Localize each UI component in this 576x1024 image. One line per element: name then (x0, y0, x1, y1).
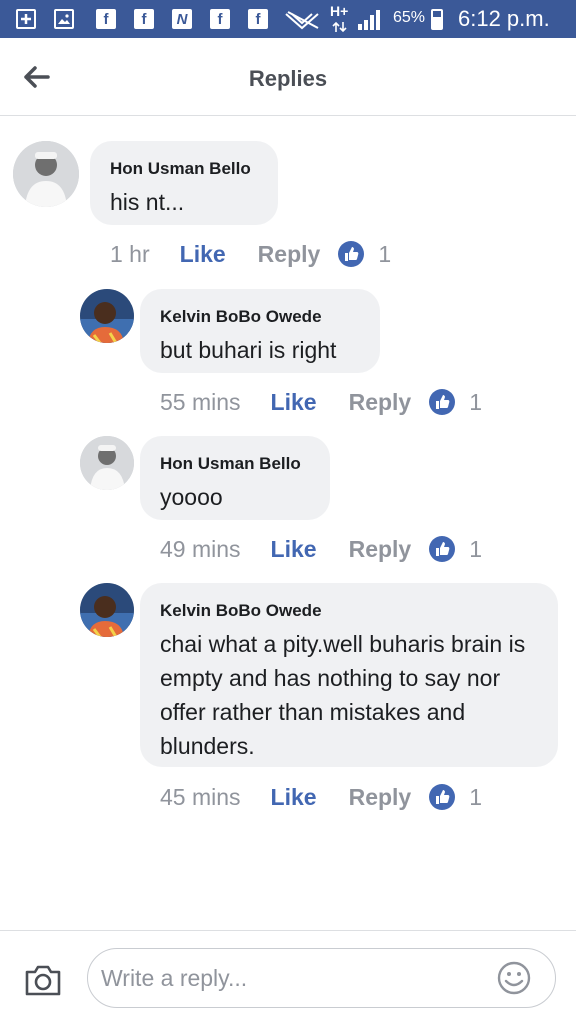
comment-text: yoooo (160, 484, 223, 510)
header: Replies (0, 38, 576, 116)
comment-author[interactable]: Kelvin BoBo Owede (160, 307, 360, 327)
reaction-count[interactable]: 1 (469, 784, 482, 811)
gallery-notification-icon (54, 9, 74, 29)
reply-input[interactable]: Write a reply... (87, 948, 556, 1008)
avatar[interactable] (13, 141, 79, 207)
comment-actions: 1 hr Like Reply 1 (110, 237, 391, 271)
reaction-count[interactable]: 1 (378, 241, 391, 268)
avatar[interactable] (80, 289, 134, 343)
comment-actions: 49 mins Like Reply 1 (160, 532, 482, 566)
comment-text: his nt... (110, 189, 185, 215)
signal-icon (358, 10, 380, 30)
battery-icon (431, 9, 443, 30)
reaction-count[interactable]: 1 (469, 536, 482, 563)
data-arrows-icon (332, 21, 347, 33)
reply-button[interactable]: Reply (349, 784, 412, 811)
reply-button[interactable]: Reply (349, 389, 412, 416)
page-title: Replies (248, 66, 328, 91)
facebook-notification-icon: f (210, 9, 230, 29)
comment-bubble: Kelvin BoBo Owede chai what a pity.well … (140, 583, 558, 767)
comment-time[interactable]: 49 mins (160, 536, 241, 563)
status-bar: f f N f f H+ 65% 6:12 p.m. (0, 0, 576, 38)
comment-time[interactable]: 1 hr (110, 241, 150, 268)
news-notification-icon: N (172, 9, 192, 29)
like-button[interactable]: Like (180, 241, 226, 268)
clock: 6:12 p.m. (458, 6, 550, 31)
camera-button[interactable] (24, 963, 62, 997)
thumbs-up-icon[interactable] (429, 784, 456, 810)
comment-bubble: Kelvin BoBo Owede but buhari is right (140, 289, 380, 373)
like-button[interactable]: Like (271, 536, 317, 563)
facebook-notification-icon: f (134, 9, 154, 29)
comment-author[interactable]: Hon Usman Bello (160, 454, 310, 474)
comment-actions: 55 mins Like Reply 1 (160, 385, 482, 419)
reply-button[interactable]: Reply (258, 241, 321, 268)
comment-time[interactable]: 55 mins (160, 389, 241, 416)
reply-composer: Write a reply... (0, 930, 576, 1024)
thumbs-up-icon[interactable] (338, 241, 365, 267)
facebook-notification-icon: f (96, 9, 116, 29)
comment-actions: 45 mins Like Reply 1 (160, 780, 482, 814)
avatar[interactable] (80, 436, 134, 490)
thumbs-up-icon[interactable] (429, 536, 456, 562)
comment-text: chai what a pity.well buharis brain is e… (160, 631, 526, 759)
battery-percent: 65% (393, 9, 426, 26)
comment-bubble: Hon Usman Bello yoooo (140, 436, 330, 520)
smiley-icon (497, 961, 531, 995)
comment-author[interactable]: Hon Usman Bello (110, 159, 258, 179)
comment-time[interactable]: 45 mins (160, 784, 241, 811)
network-type: H+ (330, 3, 349, 19)
reply-placeholder: Write a reply... (101, 965, 248, 991)
like-button[interactable]: Like (271, 389, 317, 416)
camera-icon (25, 965, 61, 996)
comment-author[interactable]: Kelvin BoBo Owede (160, 601, 538, 621)
wifi-off-icon (285, 11, 319, 30)
comment-text: but buhari is right (160, 337, 337, 363)
reaction-count[interactable]: 1 (469, 389, 482, 416)
like-button[interactable]: Like (271, 784, 317, 811)
emoji-button[interactable] (497, 961, 531, 995)
avatar[interactable] (80, 583, 134, 637)
facebook-notification-icon: f (248, 9, 268, 29)
plus-notification-icon (16, 9, 36, 29)
reply-button[interactable]: Reply (349, 536, 412, 563)
comment-bubble: Hon Usman Bello his nt... (90, 141, 278, 225)
thumbs-up-icon[interactable] (429, 389, 456, 415)
